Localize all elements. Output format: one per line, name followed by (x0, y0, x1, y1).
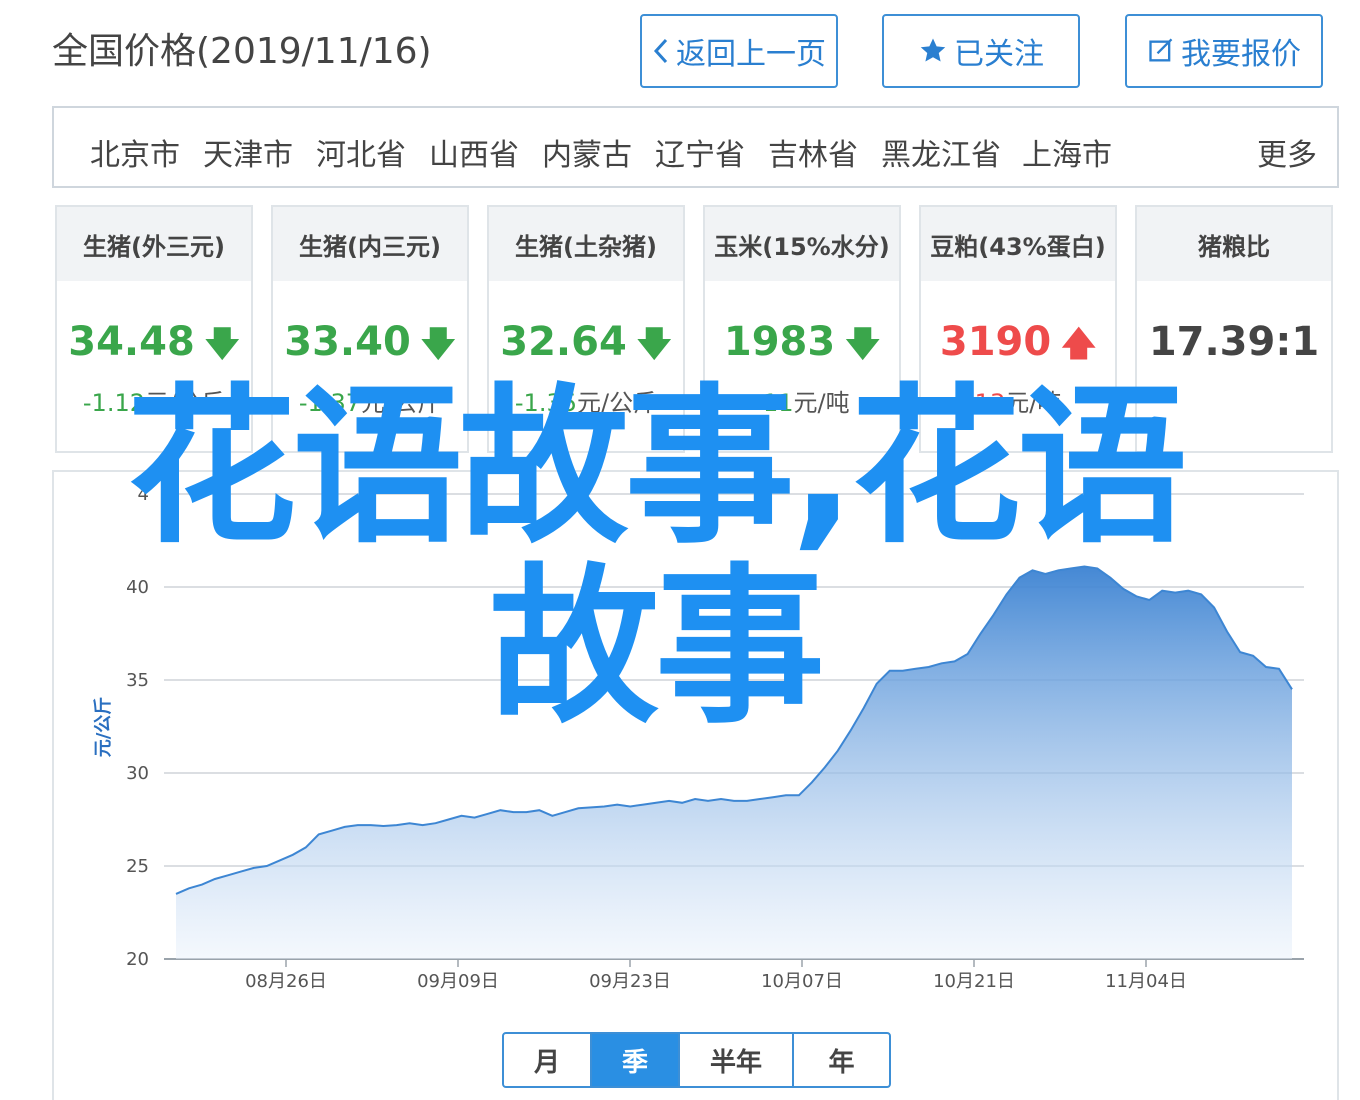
price-chart: 20 25 30 35 40 4 元/公斤 08月26日 09月09日 09月23日 10月07日 1… (52, 470, 1339, 1100)
x-tick-label: 11月04日 (1105, 971, 1187, 992)
card-title: 生猪(土杂猪) (489, 207, 683, 281)
period-tabs: 月 季 半年 年 (502, 1032, 891, 1088)
card-change: 13元/吨 (974, 389, 1062, 417)
quote-button-label: 我要报价 (1181, 37, 1301, 72)
follow-button-label: 已关注 (954, 37, 1044, 72)
card-title: 猪粮比 (1137, 207, 1331, 281)
x-tick-label: 08月26日 (245, 971, 327, 992)
card-change: -1.12元/公斤 (82, 389, 226, 417)
arrow-down-icon: 🡇 (204, 324, 240, 364)
y-tick-label: 40 (126, 577, 149, 598)
region-item[interactable]: 河北省 (316, 130, 406, 174)
y-tick-label: 30 (126, 763, 149, 784)
region-item[interactable]: 黑龙江省 (881, 130, 1001, 174)
region-item[interactable]: 辽宁省 (655, 130, 745, 174)
more-link[interactable]: 更多 (1257, 130, 1317, 174)
y-tick-label: 20 (126, 949, 149, 970)
back-button[interactable]: 返回上一页 (640, 14, 838, 88)
card-value: 3190 🡅 (939, 319, 1097, 365)
tab-year[interactable]: 年 (794, 1034, 889, 1086)
x-tick-label: 10月07日 (761, 971, 843, 992)
arrow-up-icon: 🡅 (1061, 324, 1097, 364)
page-title: 全国价格(2019/11/16) (52, 31, 432, 72)
tab-month[interactable]: 月 (504, 1034, 592, 1086)
star-icon (918, 36, 948, 66)
card-value: 1983 🡇 (723, 319, 881, 365)
card-value: 17.39:1 (1148, 319, 1320, 365)
price-chart-svg: 20 25 30 35 40 4 元/公斤 08月26日 09月09日 09月23日 10月07日 1… (93, 484, 1304, 992)
card-title: 生猪(内三元) (273, 207, 467, 281)
region-bar: 北京市 天津市 河北省 山西省 内蒙古 辽宁省 吉林省 黑龙江省 上海市 更多 (52, 106, 1339, 188)
card-title: 玉米(15%水分) (705, 207, 899, 281)
region-item[interactable]: 内蒙古 (542, 130, 632, 174)
region-item[interactable]: 北京市 (90, 130, 180, 174)
card-change: -1.37元/公斤 (298, 389, 442, 417)
back-button-label: 返回上一页 (676, 37, 826, 72)
price-card[interactable]: 猪粮比 17.39:1 (1135, 205, 1333, 453)
card-change: -1.35元/公斤 (514, 389, 658, 417)
price-card[interactable]: 生猪(内三元) 33.40 🡇 -1.37元/公斤 (271, 205, 469, 453)
follow-button[interactable]: 已关注 (882, 14, 1080, 88)
card-value: 33.40 🡇 (284, 319, 456, 365)
y-tick-label: 4 (138, 484, 149, 505)
region-item[interactable]: 山西省 (429, 130, 519, 174)
price-card[interactable]: 生猪(外三元) 34.48 🡇 -1.12元/公斤 (55, 205, 253, 453)
region-item[interactable]: 上海市 (1022, 130, 1112, 174)
price-card[interactable]: 生猪(土杂猪) 32.64 🡇 -1.35元/公斤 (487, 205, 685, 453)
edit-icon (1147, 37, 1175, 65)
region-item[interactable]: 吉林省 (768, 130, 858, 174)
series-area (176, 566, 1292, 959)
chevron-left-icon (652, 36, 670, 66)
x-tick-label: 10月21日 (933, 971, 1015, 992)
card-title: 生猪(外三元) (57, 207, 251, 281)
arrow-down-icon: 🡇 (636, 324, 672, 364)
region-item[interactable]: 天津市 (203, 130, 293, 174)
arrow-down-icon: 🡇 (420, 324, 456, 364)
card-title: 豆粕(43%蛋白) (921, 207, 1115, 281)
price-card[interactable]: 豆粕(43%蛋白) 3190 🡅 13元/吨 (919, 205, 1117, 453)
x-tick-label: 09月23日 (589, 971, 671, 992)
arrow-down-icon: 🡇 (845, 324, 881, 364)
tab-half-year[interactable]: 半年 (680, 1034, 794, 1086)
y-tick-label: 35 (126, 670, 149, 691)
price-card[interactable]: 玉米(15%水分) 1983 🡇 -11元/吨 (703, 205, 901, 453)
card-value: 34.48 🡇 (68, 319, 240, 365)
tab-quarter[interactable]: 季 (592, 1034, 680, 1086)
y-axis-label: 元/公斤 (93, 697, 114, 758)
y-tick-label: 25 (126, 856, 149, 877)
quote-button[interactable]: 我要报价 (1125, 14, 1323, 88)
card-value: 32.64 🡇 (500, 319, 672, 365)
card-change: -11元/吨 (754, 389, 850, 417)
x-tick-label: 09月09日 (417, 971, 499, 992)
